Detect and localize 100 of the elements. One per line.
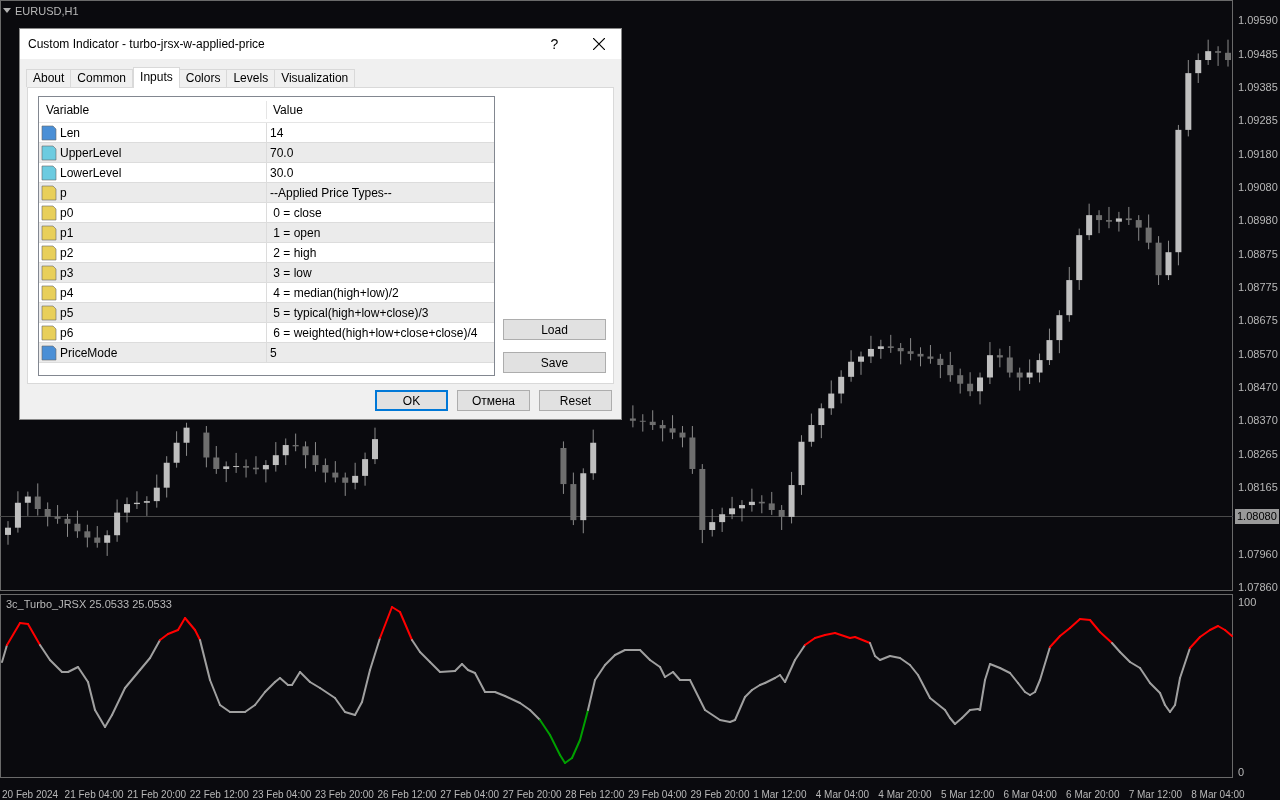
tab[interactable]: Common: [70, 69, 134, 87]
candle: [917, 346, 924, 367]
candle: [778, 504, 785, 531]
candle: [292, 433, 299, 452]
candle: [590, 429, 597, 481]
side-button[interactable]: Save: [503, 352, 606, 373]
table-cell: 30.0: [266, 163, 494, 182]
candle: [1135, 214, 1142, 242]
candle: [828, 379, 835, 416]
candle: [302, 440, 309, 469]
candle: [649, 409, 656, 431]
close-icon[interactable]: [593, 38, 605, 50]
candle: [1155, 235, 1162, 286]
candle: [1096, 209, 1103, 234]
candle: [213, 445, 220, 475]
candle: [1195, 52, 1202, 84]
time-label: 4 Mar 20:00: [878, 789, 932, 800]
help-button[interactable]: ?: [532, 33, 577, 55]
candle: [332, 460, 339, 483]
candle: [798, 434, 805, 496]
dialog-button[interactable]: Отмена: [457, 390, 530, 411]
tab[interactable]: Inputs: [133, 67, 180, 88]
candle: [312, 441, 319, 473]
table-cell: --Applied Price Types--: [266, 183, 494, 202]
candle: [14, 490, 21, 534]
candle: [173, 430, 180, 469]
price-label: 1.09485: [1238, 47, 1278, 61]
candle: [729, 496, 736, 520]
tab[interactable]: Visualization: [274, 69, 356, 87]
table-cell-text: p: [60, 184, 67, 202]
tab[interactable]: About: [26, 69, 72, 87]
candle: [1115, 211, 1122, 233]
candle: [669, 414, 676, 440]
price-label: 1.08875: [1238, 248, 1278, 261]
time-label: 29 Feb 20:00: [690, 789, 750, 800]
candle: [560, 440, 567, 495]
time-label: 26 Feb 12:00: [377, 789, 437, 800]
price-label: 1.09180: [1238, 147, 1278, 161]
table-cell: 0 = close: [266, 203, 494, 222]
type-icon: [41, 224, 57, 241]
candle: [1026, 358, 1033, 385]
axis-label: 0: [1238, 765, 1245, 780]
candle: [768, 491, 775, 516]
dialog-button[interactable]: Reset: [539, 390, 612, 411]
candle: [54, 504, 61, 525]
candle: [1046, 328, 1053, 366]
candle: [639, 413, 646, 433]
symbol-label: EURUSD,H1: [15, 4, 79, 19]
candle: [252, 455, 259, 475]
time-label: 8 Mar 04:00: [1191, 789, 1245, 800]
time-label: 7 Mar 12:00: [1128, 789, 1183, 800]
table-cell-text: p4: [60, 284, 74, 302]
candle: [808, 413, 815, 448]
candle: [372, 427, 378, 465]
candle: [848, 349, 855, 383]
time-label: 28 Feb 12:00: [565, 789, 625, 800]
candle: [1165, 240, 1172, 281]
candle: [1215, 45, 1222, 67]
candle: [203, 425, 210, 468]
candle: [818, 402, 825, 439]
price-label: 1.08370: [1238, 413, 1278, 427]
dialog-title: Custom Indicator - turbo-jrsx-w-applied-price: [28, 36, 266, 53]
candle: [689, 425, 696, 475]
candle: [580, 467, 587, 534]
candle: [352, 462, 359, 490]
time-label: 23 Feb 20:00: [314, 789, 374, 800]
axis-label: 100: [1238, 595, 1257, 610]
candle: [758, 494, 765, 514]
candle: [709, 508, 716, 538]
candle: [897, 342, 904, 365]
price-label: 1.08470: [1238, 380, 1278, 394]
candle: [124, 497, 130, 523]
type-icon: [41, 124, 57, 141]
table-cell-text: p3: [60, 264, 74, 282]
candle: [24, 491, 31, 517]
candle: [629, 404, 636, 428]
price-label: 1.08570: [1238, 348, 1278, 361]
time-label: 23 Feb 04:00: [252, 789, 312, 800]
candle: [996, 348, 1003, 368]
dropdown-arrow-icon[interactable]: [3, 8, 11, 15]
candle: [64, 513, 71, 538]
table-cell: 4 = median(high+low)/2: [266, 283, 494, 302]
price-label: 1.08265: [1238, 448, 1278, 462]
side-button[interactable]: Load: [503, 319, 606, 340]
candle: [183, 422, 190, 457]
candle: [163, 455, 170, 498]
table-cell-text: p5: [60, 304, 74, 322]
candle: [143, 495, 150, 517]
candle: [1066, 266, 1073, 323]
candle: [788, 471, 795, 524]
indicator-label: 3c_Turbo_JRSX 25.0533 25.0533: [6, 597, 172, 612]
price-label: 1.09385: [1238, 80, 1278, 94]
dialog-button[interactable]: OK: [375, 390, 448, 411]
table-cell: 14: [266, 123, 494, 142]
candle: [104, 529, 111, 557]
candle: [322, 458, 329, 483]
candle: [233, 452, 240, 474]
candle: [84, 524, 91, 548]
time-label: 6 Mar 20:00: [1066, 789, 1120, 800]
candle: [34, 482, 41, 517]
